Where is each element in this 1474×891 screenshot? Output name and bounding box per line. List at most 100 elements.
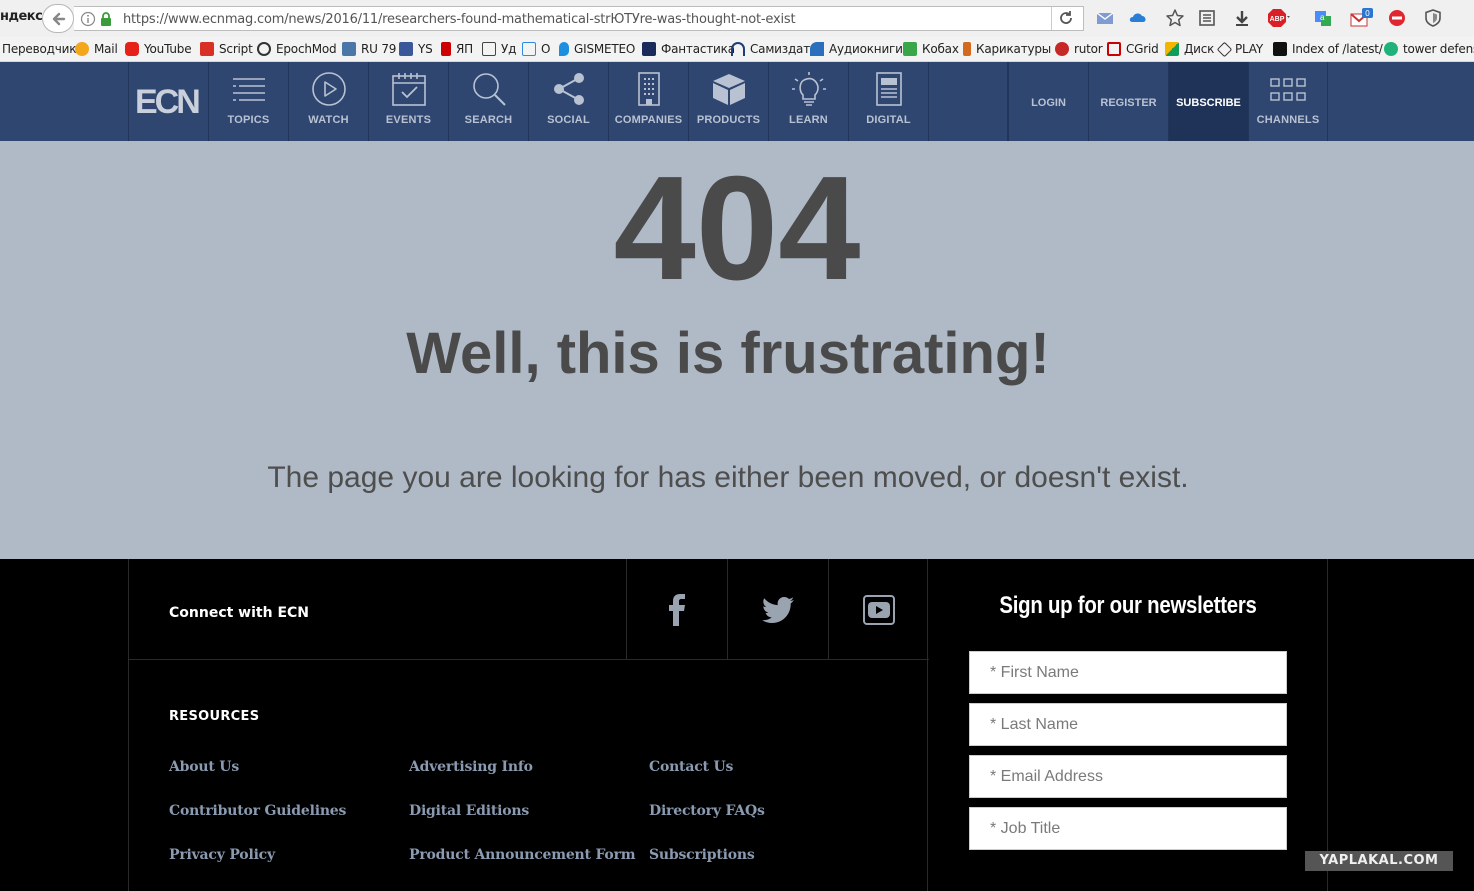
facebook-link[interactable] — [626, 559, 727, 660]
site-navigation: ECN TOPICS WATCH EVENTS SEARCH SOCIAL CO… — [0, 62, 1474, 141]
bookmark-item[interactable]: Диск — [1165, 42, 1214, 56]
email-field[interactable] — [969, 755, 1287, 798]
contributor-guidelines-link[interactable]: Contributor Guidelines — [169, 803, 346, 819]
nav-item-watch[interactable]: WATCH — [288, 62, 368, 141]
bookmark-item[interactable]: RU 79 — [342, 42, 396, 56]
bookmark-item[interactable]: Index of /latest/ — [1273, 42, 1383, 56]
bookmark-item[interactable]: YouTube — [125, 42, 192, 56]
bookmark-item[interactable]: Уд — [482, 42, 516, 56]
mail-icon[interactable] — [1095, 8, 1115, 28]
back-button[interactable] — [42, 4, 74, 33]
register-link[interactable]: REGISTER — [1088, 62, 1168, 141]
browser-brand: ндекс — [0, 9, 43, 24]
download-icon[interactable] — [1232, 8, 1252, 28]
nav-item-social[interactable]: SOCIAL — [528, 62, 608, 141]
login-link[interactable]: LOGIN — [1008, 62, 1088, 141]
last-name-field[interactable] — [969, 703, 1287, 746]
bookmark-item[interactable]: GISMETEO — [559, 42, 635, 56]
audiobook-icon — [810, 42, 824, 56]
bookmark-item[interactable]: PLAY — [1216, 41, 1263, 57]
bookmark-item[interactable]: CGrid — [1107, 42, 1159, 56]
svg-text:a: a — [1320, 13, 1325, 22]
back-arrow-icon — [52, 12, 66, 26]
box-icon — [712, 74, 745, 105]
youtube-link[interactable] — [828, 559, 929, 660]
svg-text:ABP: ABP — [1270, 16, 1285, 23]
pen-icon — [963, 42, 971, 56]
lightbulb-icon — [791, 72, 826, 106]
bookmark-item[interactable]: Фантастика — [642, 42, 735, 56]
footer: Connect with ECN RESOURCES About Us Adve… — [0, 559, 1474, 891]
bookmark-item[interactable]: Script — [200, 42, 253, 56]
nav-item-channels[interactable]: CHANNELS — [1248, 62, 1328, 141]
nav-item-topics[interactable]: TOPICS — [208, 62, 288, 141]
shield-icon[interactable] — [1423, 8, 1443, 28]
bookmark-item[interactable]: rutor — [1055, 42, 1103, 56]
reading-list-icon[interactable] — [1197, 8, 1217, 28]
document-icon — [875, 72, 902, 106]
privacy-policy-link[interactable]: Privacy Policy — [169, 847, 275, 863]
drop-icon — [559, 42, 569, 56]
youtube-icon — [125, 42, 139, 56]
connect-row: Connect with ECN — [129, 559, 929, 660]
bookmark-item[interactable]: Самиздат — [731, 42, 810, 56]
ecn-logo[interactable]: ECN — [128, 62, 208, 141]
gmail-notifier-icon[interactable]: 0 — [1350, 8, 1376, 28]
close-icon — [200, 42, 214, 56]
nav-item-products[interactable]: PRODUCTS — [688, 62, 768, 141]
bookmark-item[interactable]: Mail — [75, 42, 118, 56]
star-icon[interactable] — [1165, 8, 1185, 28]
mail-icon — [75, 42, 89, 56]
nav-item-search[interactable]: SEARCH — [448, 62, 528, 141]
translate-icon[interactable]: a — [1313, 8, 1333, 28]
product-announcement-form-link[interactable]: Product Announcement Form — [409, 847, 636, 863]
facebook-icon — [399, 42, 413, 56]
bookmark-item[interactable]: Кобах — [903, 42, 959, 56]
kobah-icon — [903, 42, 917, 56]
address-bar[interactable]: https://www.ecnmag.com/news/2016/11/rese… — [74, 6, 1084, 31]
lock-icon[interactable] — [99, 11, 113, 27]
subscriptions-link[interactable]: Subscriptions — [649, 847, 755, 863]
bookmark-item[interactable]: Карикатуры — [963, 42, 1051, 56]
cloud-icon[interactable] — [1128, 8, 1148, 28]
nav-item-digital[interactable]: DIGITAL — [848, 62, 928, 141]
bookmark-item[interactable]: Аудиокниги — [810, 42, 903, 56]
contact-us-link[interactable]: Contact Us — [649, 759, 733, 775]
directory-faqs-link[interactable]: Directory FAQs — [649, 803, 765, 819]
digital-editions-link[interactable]: Digital Editions — [409, 803, 529, 819]
url-text[interactable]: https://www.ecnmag.com/news/2016/11/rese… — [123, 12, 796, 27]
first-name-field[interactable] — [969, 651, 1287, 694]
footer-main: Connect with ECN RESOURCES About Us Adve… — [128, 559, 929, 891]
about-us-link[interactable]: About Us — [169, 759, 239, 775]
bookmark-item[interactable]: Переводчик — [2, 42, 76, 56]
headphones-icon — [731, 42, 745, 56]
subscribe-button[interactable]: SUBSCRIBE — [1168, 62, 1248, 141]
search-icon — [472, 73, 506, 106]
reload-icon[interactable] — [1058, 10, 1074, 26]
info-icon[interactable] — [80, 11, 96, 27]
twitter-icon — [762, 596, 794, 623]
newsletter-signup: Sign up for our newsletters — [928, 559, 1328, 891]
grid-icon — [1270, 78, 1306, 101]
block-icon[interactable] — [1387, 8, 1407, 28]
nav-item-companies[interactable]: COMPANIES — [608, 62, 688, 141]
watermark: YAPLAKAL.COM — [1305, 851, 1453, 871]
bookmark-item[interactable]: tower defense — [1384, 42, 1474, 56]
adblock-icon[interactable]: ABP — [1267, 8, 1291, 28]
resources-heading: RESOURCES — [169, 709, 260, 724]
building-icon — [637, 72, 660, 106]
bookmark-item[interactable]: EpochMod — [257, 42, 337, 56]
twitter-link[interactable] — [727, 559, 828, 660]
nav-item-events[interactable]: EVENTS — [368, 62, 448, 141]
bookmark-item[interactable]: YS — [399, 42, 433, 56]
nav-item-learn[interactable]: LEARN — [768, 62, 848, 141]
folder-icon — [1273, 42, 1287, 56]
globe-icon — [257, 42, 271, 56]
job-title-field[interactable] — [969, 807, 1287, 850]
bookmark-item[interactable]: О — [522, 42, 550, 56]
share-icon — [553, 73, 584, 105]
bookmark-item[interactable]: ЯП — [441, 42, 473, 56]
advertising-info-link[interactable]: Advertising Info — [409, 759, 533, 775]
svg-text:0: 0 — [1365, 9, 1370, 18]
facebook-icon — [669, 593, 685, 626]
